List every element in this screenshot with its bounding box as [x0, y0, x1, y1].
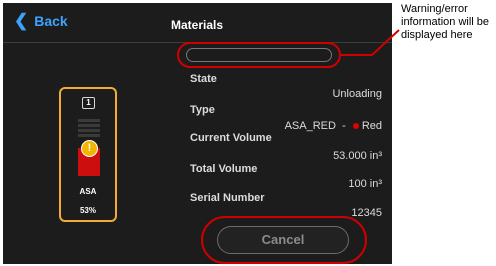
- callout-annotation: Warning/error information will be displa…: [401, 3, 490, 41]
